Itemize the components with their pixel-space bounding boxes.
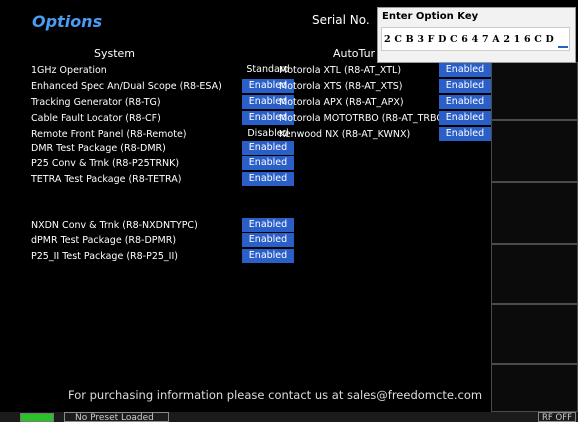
option-key-dialog-title: Enter Option Key (382, 11, 479, 22)
option-status[interactable]: Enabled (439, 111, 491, 125)
option-status[interactable]: Enabled (439, 63, 491, 77)
option-status[interactable]: Enabled (439, 95, 491, 109)
option-name: NXDN Conv & Trnk (R8-NXDNTYPC) (31, 220, 198, 231)
option-name: DMR Test Package (R8-DMR) (31, 143, 166, 154)
option-name: dPMR Test Package (R8-DPMR) (31, 235, 177, 246)
option-status[interactable]: Enabled (242, 172, 294, 186)
option-key-input[interactable]: 2 C B 3 F D C 6 4 7 A 2 1 6 C D (381, 27, 570, 51)
option-status[interactable]: Enabled (242, 218, 294, 232)
option-status[interactable]: Enabled (242, 249, 294, 263)
preset-indicator: No Preset Loaded (64, 412, 169, 422)
option-status[interactable]: Enabled (242, 156, 294, 170)
battery-icon (20, 413, 54, 422)
purchase-info: For purchasing information please contac… (68, 388, 483, 402)
option-name: P25 Conv & Trnk (R8-P25TRNK) (31, 158, 180, 169)
status-bar: No Preset Loaded RF OFF (0, 412, 578, 422)
option-name: TETRA Test Package (R8-TETRA) (31, 174, 182, 185)
softkey-2[interactable] (491, 120, 578, 182)
rf-status: RF OFF (538, 412, 576, 422)
softkey-3[interactable] (491, 182, 578, 244)
system-column-header: System (94, 47, 136, 60)
softkey-1[interactable] (491, 62, 578, 120)
option-name: 1GHz Operation (31, 65, 107, 76)
autotune-column-header: AutoTur (333, 47, 376, 60)
softkey-4[interactable] (491, 244, 578, 304)
page-title: Options (32, 12, 103, 31)
option-name: Motorola MOTOTRBO (R8-AT_TRBO) (279, 113, 448, 124)
option-name: Motorola XTS (R8-AT_XTS) (279, 81, 403, 92)
option-name: Motorola XTL (R8-AT_XTL) (279, 65, 402, 76)
option-name: Motorola APX (R8-AT_APX) (279, 97, 404, 108)
softkey-6[interactable] (491, 364, 578, 412)
option-name: Cable Fault Locator (R8-CF) (31, 113, 161, 124)
option-status[interactable]: Enabled (242, 233, 294, 247)
softkey-5[interactable] (491, 304, 578, 364)
text-cursor (558, 46, 568, 48)
option-name: Enhanced Spec An/Dual Scope (R8-ESA) (31, 81, 222, 92)
option-key-dialog: Enter Option Key 2 C B 3 F D C 6 4 7 A 2… (377, 7, 576, 63)
option-name: Kenwood NX (R8-AT_KWNX) (279, 129, 411, 140)
option-name: P25_II Test Package (R8-P25_II) (31, 251, 178, 262)
serial-number-label: Serial No. (312, 13, 370, 27)
option-key-value: 2 C B 3 F D C 6 4 7 A 2 1 6 C D (384, 34, 554, 45)
option-name: Remote Front Panel (R8-Remote) (31, 129, 187, 140)
option-status[interactable]: Enabled (439, 79, 491, 93)
option-status[interactable]: Enabled (439, 127, 491, 141)
option-status[interactable]: Enabled (242, 141, 294, 155)
option-name: Tracking Generator (R8-TG) (31, 97, 161, 108)
